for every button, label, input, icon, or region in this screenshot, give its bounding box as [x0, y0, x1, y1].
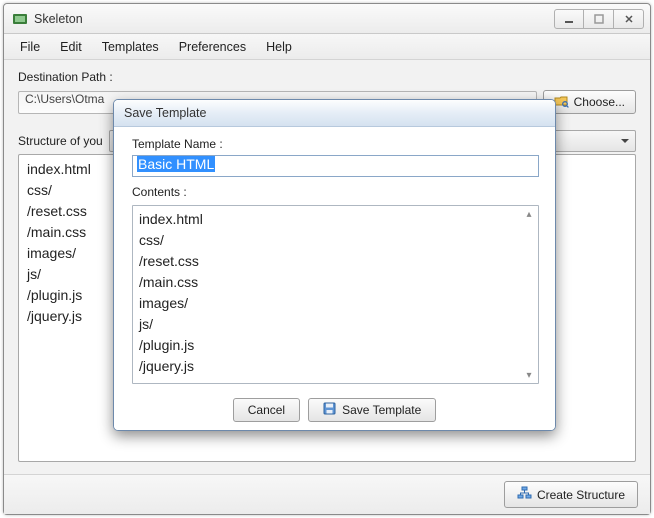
title-bar: Skeleton: [4, 4, 650, 34]
contents-line: js/: [139, 314, 532, 335]
contents-line: /plugin.js: [139, 335, 532, 356]
template-name-value: Basic HTML: [137, 156, 215, 172]
template-name-input[interactable]: Basic HTML: [132, 155, 539, 177]
contents-line: images/: [139, 293, 532, 314]
scroll-up-icon[interactable]: ▴: [523, 208, 535, 220]
create-structure-label: Create Structure: [537, 488, 625, 502]
menu-help[interactable]: Help: [256, 34, 302, 59]
template-name-label: Template Name :: [132, 137, 539, 151]
choose-button[interactable]: Choose...: [543, 90, 636, 114]
minimize-button[interactable]: [554, 9, 584, 29]
tree-icon: [517, 486, 532, 503]
contents-line: css/: [139, 230, 532, 251]
dialog-body: Template Name : Basic HTML Contents : ▴ …: [114, 127, 555, 390]
save-template-button[interactable]: Save Template: [308, 398, 436, 422]
menu-preferences[interactable]: Preferences: [169, 34, 256, 59]
save-template-dialog: Save Template Template Name : Basic HTML…: [113, 99, 556, 431]
dialog-footer: Cancel Save Template: [114, 390, 555, 430]
create-structure-button[interactable]: Create Structure: [504, 481, 638, 508]
cancel-button[interactable]: Cancel: [233, 398, 300, 422]
menu-edit[interactable]: Edit: [50, 34, 92, 59]
save-template-label: Save Template: [342, 403, 421, 417]
app-title: Skeleton: [34, 12, 83, 26]
structure-label: Structure of you: [18, 134, 103, 148]
cancel-button-label: Cancel: [248, 403, 285, 417]
maximize-button[interactable]: [584, 9, 614, 29]
contents-textarea[interactable]: ▴ index.html css/ /reset.css /main.css i…: [132, 205, 539, 384]
window-controls: [554, 9, 644, 29]
disk-icon: [323, 402, 336, 418]
close-button[interactable]: [614, 9, 644, 29]
app-icon: [12, 11, 28, 27]
contents-line: /jquery.js: [139, 356, 532, 377]
menu-bar: File Edit Templates Preferences Help: [4, 34, 650, 60]
contents-label: Contents :: [132, 185, 539, 199]
menu-file[interactable]: File: [10, 34, 50, 59]
main-footer: Create Structure: [4, 474, 650, 514]
choose-button-label: Choose...: [574, 95, 625, 109]
menu-templates[interactable]: Templates: [92, 34, 169, 59]
contents-line: index.html: [139, 209, 532, 230]
contents-line: /main.css: [139, 272, 532, 293]
dialog-title: Save Template: [114, 100, 555, 127]
destination-label: Destination Path :: [18, 70, 636, 84]
scroll-down-icon[interactable]: ▾: [523, 369, 535, 381]
contents-line: /reset.css: [139, 251, 532, 272]
